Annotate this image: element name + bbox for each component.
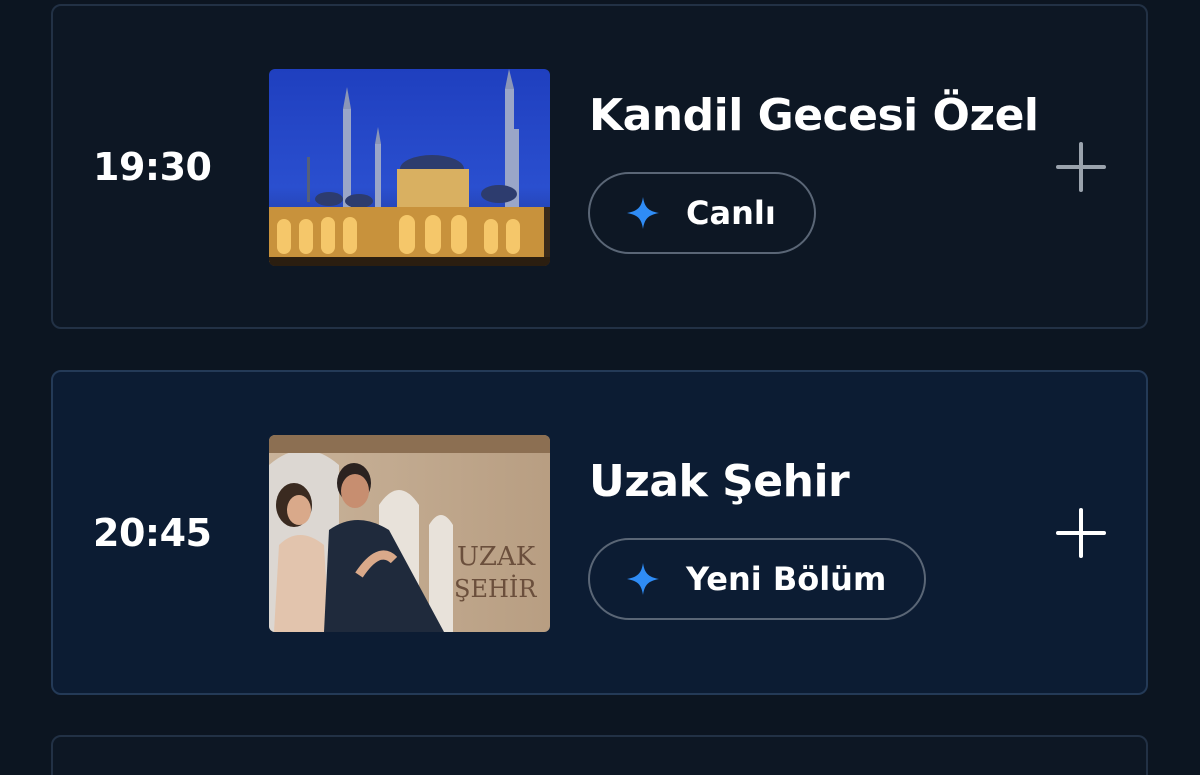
program-time: 19:30	[93, 144, 212, 189]
series-poster-image: UZAK ŞEHİR	[269, 435, 550, 632]
new-episode-badge: Yeni Bölüm	[588, 538, 927, 620]
schedule-item[interactable]: 19:30 Kandil Gecesi Özel Canlı	[51, 4, 1148, 329]
add-to-list-button[interactable]	[1054, 506, 1108, 560]
plus-icon	[1056, 507, 1106, 558]
badge-label: Canlı	[686, 194, 776, 232]
badge-label: Yeni Bölüm	[686, 560, 887, 598]
tv-schedule: 19:30 Kandil Gecesi Özel Canlı 20:45 UZA…	[0, 0, 1200, 775]
sparkle-icon	[626, 196, 660, 230]
program-title: Uzak Şehir	[589, 456, 850, 507]
poster-title-line2: ŞEHİR	[454, 574, 537, 603]
sparkle-icon	[626, 562, 660, 596]
plus-icon	[1056, 141, 1106, 192]
program-thumbnail[interactable]: UZAK ŞEHİR	[269, 435, 550, 632]
mosque-image	[269, 69, 550, 266]
schedule-item-active[interactable]: 20:45 UZAK ŞEHİR Uzak Şehir Yeni Bölüm	[51, 370, 1148, 695]
program-time: 20:45	[93, 510, 212, 555]
program-thumbnail[interactable]	[269, 69, 550, 266]
poster-title-line1: UZAK	[457, 542, 536, 572]
live-badge: Canlı	[588, 172, 816, 254]
add-to-list-button[interactable]	[1054, 140, 1108, 194]
program-title: Kandil Gecesi Özel	[589, 90, 1039, 141]
schedule-item[interactable]	[51, 735, 1148, 775]
